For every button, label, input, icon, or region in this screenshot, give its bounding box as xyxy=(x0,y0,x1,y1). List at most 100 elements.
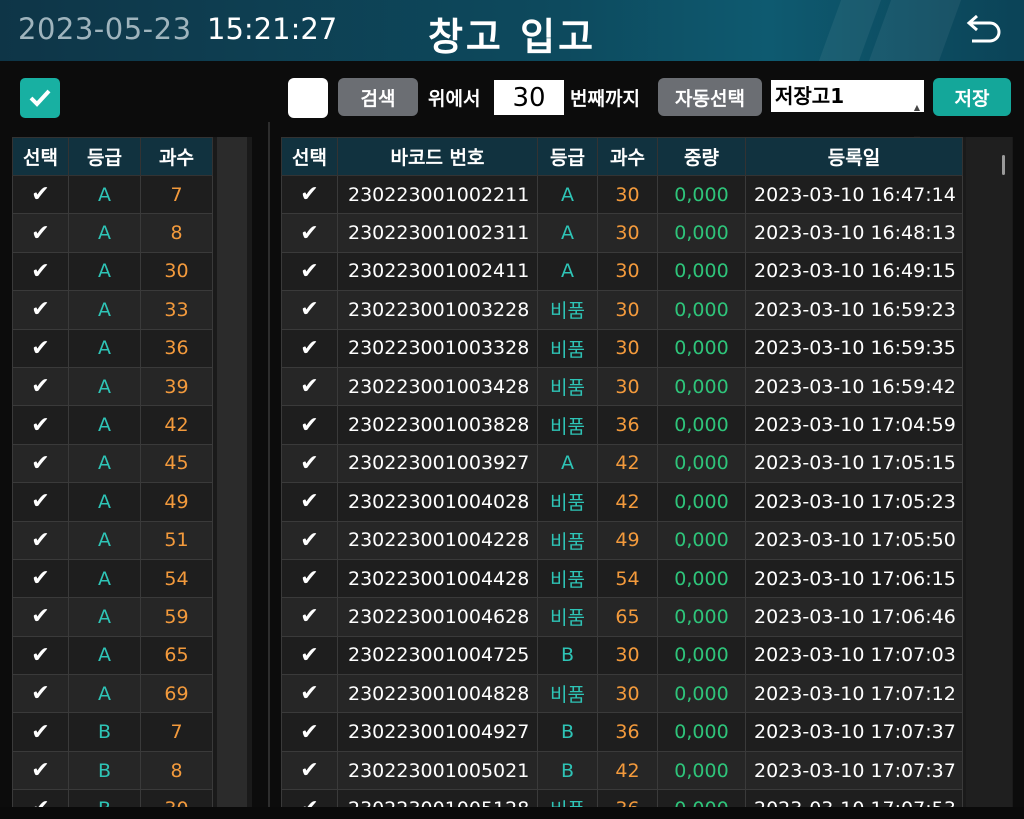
table-row[interactable]: ✔ A 69 xyxy=(12,674,213,714)
table-row[interactable]: ✔B30 xyxy=(12,789,213,807)
row-check-icon[interactable]: ✔ xyxy=(12,558,69,599)
row-check-icon[interactable]: ✔ xyxy=(12,328,69,368)
right-scrollbar[interactable] xyxy=(966,137,1012,807)
grade-cell: A xyxy=(68,482,141,522)
row-check-icon[interactable]: ✔ xyxy=(12,174,69,215)
table-row[interactable]: ✔ A 54 xyxy=(12,558,213,599)
table-row[interactable]: ✔ B 7 xyxy=(12,712,213,752)
table-row[interactable]: ✔ 230223001002211 A 30 0,000 2023-03-10 16:47… xyxy=(281,174,963,215)
row-check-icon[interactable]: ✔ xyxy=(281,635,338,676)
row-check-icon[interactable]: ✔ xyxy=(281,597,338,637)
row-check-icon[interactable]: ✔ xyxy=(12,520,69,560)
row-check-icon[interactable]: ✔ xyxy=(12,712,69,752)
table-row[interactable]: ✔ 230223001003328 비품 30 0,000 2023-03-10 16:5… xyxy=(281,328,963,368)
row-check-icon[interactable]: ✔ xyxy=(281,174,338,215)
grade-cell: A xyxy=(68,443,141,484)
table-row[interactable]: ✔ B 8 xyxy=(12,750,213,791)
col-header-weight[interactable]: 중량 xyxy=(657,137,746,176)
grade-cell: A xyxy=(68,405,141,445)
count-input[interactable] xyxy=(494,80,564,115)
barcode-cell: 230223001003328 xyxy=(337,328,538,368)
select-all-checkbox[interactable] xyxy=(20,78,60,118)
col-header-registered[interactable]: 등록일 xyxy=(745,137,963,176)
row-check-icon[interactable]: ✔ xyxy=(281,290,338,330)
row-check-icon[interactable]: ✔ xyxy=(12,597,69,637)
row-check-icon[interactable]: ✔ xyxy=(281,213,338,253)
table-row[interactable]: ✔ A 51 xyxy=(12,520,213,560)
table-row[interactable]: ✔ A 65 xyxy=(12,635,213,676)
back-button[interactable] xyxy=(962,10,1004,50)
table-row[interactable]: ✔ 230223001004228 비품 49 0,000 2023-03-10 17:0… xyxy=(281,520,963,560)
row-check-icon[interactable]: ✔ xyxy=(12,674,69,714)
col-header-count[interactable]: 과수 xyxy=(140,137,213,176)
table-row[interactable]: ✔ A 45 xyxy=(12,443,213,484)
row-check-icon[interactable]: ✔ xyxy=(281,674,338,714)
row-check-icon[interactable]: ✔ xyxy=(281,482,338,522)
col-header-select[interactable]: 선택 xyxy=(281,137,338,176)
registered-date-cell: 2023-03-10 17:07:53 xyxy=(745,789,963,807)
table-row[interactable]: ✔ 230223001004028 비품 42 0,000 2023-03-10 17:0… xyxy=(281,482,963,522)
table-row[interactable]: ✔ 230223001003927 A 42 0,000 2023-03-10 17:05… xyxy=(281,443,963,484)
row-check-icon[interactable]: ✔ xyxy=(281,789,338,807)
row-check-icon[interactable]: ✔ xyxy=(12,635,69,676)
row-check-icon[interactable]: ✔ xyxy=(12,251,69,292)
table-row[interactable]: ✔230223001005128비품360,0002023-03-10 17:0… xyxy=(281,789,963,807)
count-cell: 39 xyxy=(140,366,213,407)
count-cell: 30 xyxy=(140,251,213,292)
col-header-grade[interactable]: 등급 xyxy=(68,137,141,176)
right-scrollbar-thumb[interactable] xyxy=(1002,155,1005,175)
table-row[interactable]: ✔ 230223001003828 비품 36 0,000 2023-03-10 17:0… xyxy=(281,405,963,445)
warehouse-select[interactable]: 저장고1 ▲▼ xyxy=(771,80,924,144)
col-header-barcode[interactable]: 바코드 번호 xyxy=(337,137,538,176)
count-cell: 8 xyxy=(140,750,213,791)
table-row[interactable]: ✔ 230223001005021 B 42 0,000 2023-03-10 17:07… xyxy=(281,750,963,791)
col-header-select[interactable]: 선택 xyxy=(12,137,69,176)
row-check-icon[interactable]: ✔ xyxy=(12,213,69,253)
table-row[interactable]: ✔ 230223001004927 B 36 0,000 2023-03-10 17:07… xyxy=(281,712,963,752)
registered-date-cell: 2023-03-10 16:47:14 xyxy=(745,174,963,215)
table-row[interactable]: ✔ A 59 xyxy=(12,597,213,637)
table-row[interactable]: ✔ 230223001003228 비품 30 0,000 2023-03-10 16:5… xyxy=(281,290,963,330)
table-row[interactable]: ✔ A 7 xyxy=(12,174,213,215)
table-row[interactable]: ✔ 230223001002411 A 30 0,000 2023-03-10 16:49… xyxy=(281,251,963,292)
table-row[interactable]: ✔ A 30 xyxy=(12,251,213,292)
table-row[interactable]: ✔ A 36 xyxy=(12,328,213,368)
table-row[interactable]: ✔ 230223001004828 비품 30 0,000 2023-03-10 17:0… xyxy=(281,674,963,714)
table-row[interactable]: ✔ A 33 xyxy=(12,290,213,330)
row-check-icon[interactable]: ✔ xyxy=(281,366,338,407)
row-check-icon[interactable]: ✔ xyxy=(12,750,69,791)
table-row[interactable]: ✔ A 42 xyxy=(12,405,213,445)
row-check-icon[interactable]: ✔ xyxy=(281,251,338,292)
row-check-icon[interactable]: ✔ xyxy=(281,750,338,791)
col-header-grade[interactable]: 등급 xyxy=(537,137,598,176)
row-check-icon[interactable]: ✔ xyxy=(12,366,69,407)
row-check-icon[interactable]: ✔ xyxy=(281,558,338,599)
save-button[interactable]: 저장 xyxy=(933,78,1011,116)
grade-cell: A xyxy=(68,597,141,637)
table-row[interactable]: ✔ A 8 xyxy=(12,213,213,253)
row-check-icon[interactable]: ✔ xyxy=(12,482,69,522)
table-row[interactable]: ✔ 230223001004428 비품 54 0,000 2023-03-10 17:0… xyxy=(281,558,963,599)
table-row[interactable]: ✔ 230223001002311 A 30 0,000 2023-03-10 16:48… xyxy=(281,213,963,253)
count-cell: 30 xyxy=(597,328,658,368)
row-check-icon[interactable]: ✔ xyxy=(281,405,338,445)
table-row[interactable]: ✔ 230223001004628 비품 65 0,000 2023-03-10 17:0… xyxy=(281,597,963,637)
left-scrollbar[interactable] xyxy=(217,137,247,807)
row-check-icon[interactable]: ✔ xyxy=(12,405,69,445)
grade-cell: A xyxy=(68,558,141,599)
filter-checkbox[interactable] xyxy=(288,78,328,118)
table-row[interactable]: ✔ 230223001003428 비품 30 0,000 2023-03-10 16:5… xyxy=(281,366,963,407)
auto-select-button[interactable]: 자동선택 xyxy=(658,78,762,116)
search-button[interactable]: 검색 xyxy=(338,78,418,116)
row-check-icon[interactable]: ✔ xyxy=(281,328,338,368)
row-check-icon[interactable]: ✔ xyxy=(281,443,338,484)
row-check-icon[interactable]: ✔ xyxy=(12,290,69,330)
table-row[interactable]: ✔ A 39 xyxy=(12,366,213,407)
table-row[interactable]: ✔ A 49 xyxy=(12,482,213,522)
row-check-icon[interactable]: ✔ xyxy=(12,789,69,807)
col-header-count[interactable]: 과수 xyxy=(597,137,658,176)
row-check-icon[interactable]: ✔ xyxy=(12,443,69,484)
table-row[interactable]: ✔ 230223001004725 B 30 0,000 2023-03-10 17:07… xyxy=(281,635,963,676)
row-check-icon[interactable]: ✔ xyxy=(281,520,338,560)
row-check-icon[interactable]: ✔ xyxy=(281,712,338,752)
